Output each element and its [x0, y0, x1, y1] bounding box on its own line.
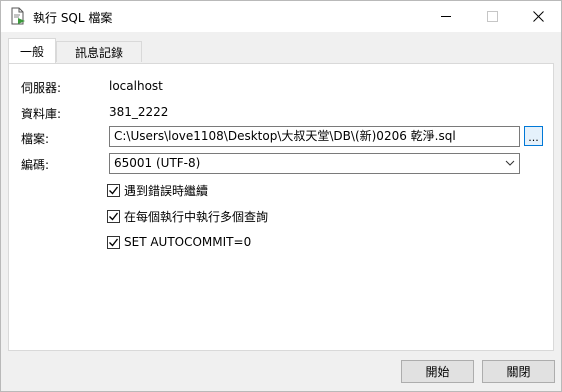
minimize-button[interactable]	[423, 1, 469, 32]
execute-sql-file-dialog: 執行 SQL 檔案 一般 訊息記錄 伺服器: localhost 資料庫: 38…	[0, 0, 562, 392]
continue-on-error-checkbox[interactable]	[107, 183, 120, 197]
autocommit-checkbox[interactable]	[107, 235, 120, 249]
option-continue-on-error[interactable]: 遇到錯誤時繼續	[107, 182, 208, 198]
autocommit-label: SET AUTOCOMMIT=0	[124, 235, 252, 249]
tab-general[interactable]: 一般	[8, 38, 56, 63]
minimize-icon	[441, 16, 451, 17]
window-title: 執行 SQL 檔案	[33, 11, 113, 25]
file-path-field[interactable]: C:\Users\love1108\Desktop\大叔天堂\DB\(新)020…	[109, 126, 520, 147]
multiple-queries-label: 在每個執行中執行多個查詢	[124, 209, 269, 224]
close-icon	[532, 11, 544, 22]
browse-button[interactable]: ...	[524, 126, 543, 146]
encoding-label: 編碼:	[21, 158, 50, 172]
check-icon	[109, 186, 119, 195]
check-icon	[109, 212, 119, 221]
title-bar[interactable]: 執行 SQL 檔案	[1, 1, 561, 32]
chevron-down-icon	[505, 160, 515, 166]
encoding-selected-value: 65001 (UTF-8)	[114, 156, 201, 170]
option-autocommit[interactable]: SET AUTOCOMMIT=0	[107, 234, 251, 250]
maximize-button[interactable]	[469, 1, 515, 32]
sql-file-run-icon	[9, 7, 27, 25]
close-button[interactable]: 關閉	[482, 360, 555, 383]
database-label: 資料庫:	[21, 107, 62, 121]
database-value: 381_2222	[109, 105, 169, 119]
check-icon	[109, 238, 119, 247]
multiple-queries-checkbox[interactable]	[107, 209, 120, 223]
close-window-button[interactable]	[515, 1, 561, 32]
maximize-icon	[486, 11, 498, 22]
tab-message-log[interactable]: 訊息記錄	[56, 41, 142, 62]
file-label: 檔案:	[21, 132, 50, 146]
option-multiple-queries[interactable]: 在每個執行中執行多個查詢	[107, 208, 268, 224]
start-button[interactable]: 開始	[401, 360, 474, 383]
general-tab-panel: 伺服器: localhost 資料庫: 381_2222 檔案: C:\User…	[8, 63, 554, 351]
server-label: 伺服器:	[21, 81, 62, 95]
server-value: localhost	[109, 79, 163, 93]
continue-on-error-label: 遇到錯誤時繼續	[124, 183, 209, 198]
encoding-select[interactable]: 65001 (UTF-8)	[109, 153, 520, 174]
